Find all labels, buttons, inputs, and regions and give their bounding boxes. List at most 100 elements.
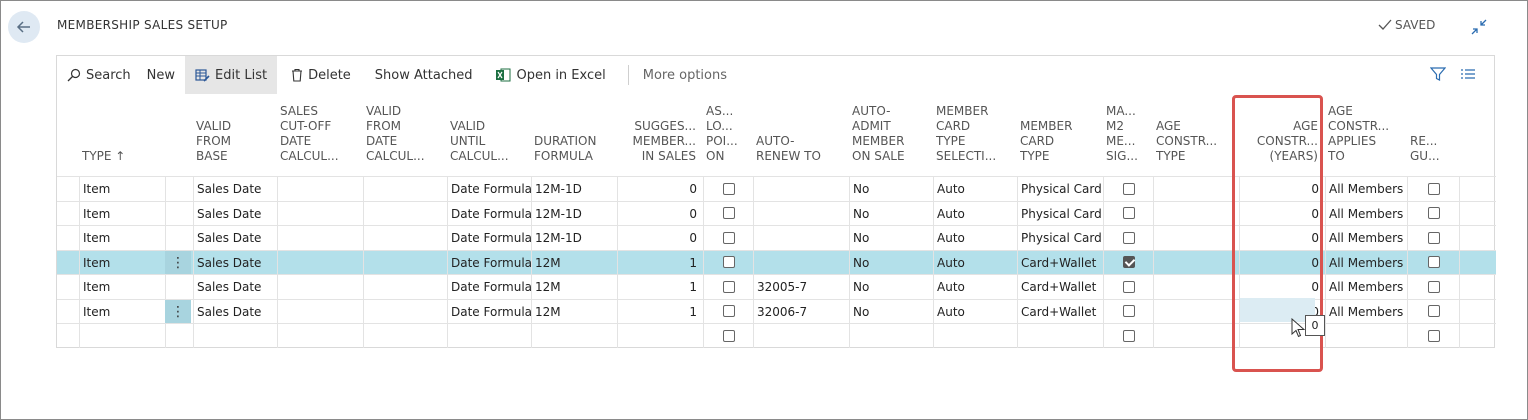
- row-selector-cell[interactable]: [57, 324, 79, 348]
- checkbox[interactable]: [1427, 231, 1440, 244]
- checkbox[interactable]: [1427, 182, 1440, 195]
- table-cell[interactable]: Sales Date: [193, 177, 277, 201]
- collapse-button[interactable]: [1470, 18, 1488, 36]
- table-cell[interactable]: Date Formula: [447, 226, 531, 250]
- table-cell[interactable]: [1103, 299, 1153, 324]
- table-cell[interactable]: [363, 275, 447, 299]
- filter-icon[interactable]: [1430, 66, 1446, 82]
- table-cell[interactable]: All Members: [1325, 226, 1407, 250]
- column-header[interactable]: MEMBER CARD TYPE SELECTI...: [936, 104, 1010, 164]
- table-cell[interactable]: Auto: [933, 250, 1017, 275]
- column-header[interactable]: SALES CUT-OFF DATE CALCUL...: [280, 104, 356, 164]
- checkbox[interactable]: [722, 329, 735, 342]
- table-cell[interactable]: 12M: [531, 299, 617, 324]
- row-selector-cell[interactable]: [57, 177, 79, 201]
- table-cell[interactable]: [753, 177, 849, 201]
- checkbox[interactable]: [722, 305, 735, 317]
- table-cell[interactable]: [1153, 226, 1239, 250]
- checkbox[interactable]: [1122, 280, 1135, 293]
- table-cell[interactable]: [277, 275, 363, 299]
- table-cell[interactable]: [277, 324, 363, 348]
- table-cell[interactable]: No: [849, 250, 933, 275]
- checkbox[interactable]: [722, 280, 735, 293]
- table-cell[interactable]: Auto: [933, 275, 1017, 299]
- table-cell[interactable]: [703, 324, 753, 348]
- column-header[interactable]: MA... M2 ME... SIG...: [1106, 104, 1146, 164]
- table-cell[interactable]: 32006-7: [753, 299, 849, 324]
- show-attached-button[interactable]: Show Attached: [361, 56, 483, 94]
- list-view-icon[interactable]: [1460, 66, 1476, 82]
- table-cell[interactable]: [1103, 201, 1153, 226]
- more-options-button[interactable]: More options: [641, 56, 737, 94]
- table-cell[interactable]: Auto: [933, 177, 1017, 201]
- table-cell[interactable]: [1153, 299, 1239, 324]
- table-cell[interactable]: Date Formula: [447, 275, 531, 299]
- column-header[interactable]: RE... GU...: [1410, 104, 1452, 164]
- table-cell[interactable]: No: [849, 177, 933, 201]
- table-cell[interactable]: [1407, 177, 1459, 201]
- table-cell[interactable]: 1: [617, 299, 703, 324]
- table-cell[interactable]: All Members: [1325, 275, 1407, 299]
- back-button[interactable]: [8, 11, 40, 43]
- row-actions-icon[interactable]: ⋮: [165, 250, 191, 275]
- table-cell[interactable]: Sales Date: [193, 275, 277, 299]
- open-in-excel-button[interactable]: Open in Excel: [482, 56, 615, 94]
- column-header[interactable]: AGE CONSTR... APPLIES TO: [1328, 104, 1400, 164]
- table-cell[interactable]: [277, 250, 363, 275]
- table-cell[interactable]: [1407, 201, 1459, 226]
- table-cell[interactable]: [277, 226, 363, 250]
- table-cell[interactable]: [363, 201, 447, 226]
- table-cell[interactable]: [363, 226, 447, 250]
- row-selector-cell[interactable]: [57, 202, 79, 226]
- table-cell[interactable]: [1407, 226, 1459, 250]
- table-cell[interactable]: [79, 324, 165, 348]
- table-cell[interactable]: Item: [79, 201, 165, 226]
- table-cell[interactable]: Date Formula: [447, 250, 531, 275]
- table-cell[interactable]: 0: [617, 226, 703, 250]
- table-cell[interactable]: [1407, 324, 1459, 348]
- table-cell[interactable]: [1153, 177, 1239, 201]
- column-header[interactable]: AUTO- ADMIT MEMBER ON SALE: [852, 104, 926, 164]
- edit-list-button[interactable]: Edit List: [185, 56, 278, 94]
- table-cell[interactable]: [1153, 201, 1239, 226]
- table-cell[interactable]: Auto: [933, 299, 1017, 324]
- table-cell[interactable]: [1103, 177, 1153, 201]
- table-cell[interactable]: 32005-7: [753, 275, 849, 299]
- column-header[interactable]: AUTO- RENEW TO: [756, 104, 842, 164]
- table-cell[interactable]: [703, 226, 753, 250]
- row-selector-cell[interactable]: [57, 275, 79, 299]
- table-cell[interactable]: 12M-1D: [531, 177, 617, 201]
- checkbox[interactable]: [1427, 207, 1440, 219]
- table-cell[interactable]: 12M: [531, 250, 617, 275]
- table-cell[interactable]: Date Formula: [447, 177, 531, 201]
- table-cell[interactable]: Card+Wallet: [1017, 299, 1103, 324]
- checkbox[interactable]: [1122, 182, 1135, 195]
- table-cell[interactable]: [447, 324, 531, 348]
- table-cell[interactable]: Auto: [933, 226, 1017, 250]
- table-cell[interactable]: [277, 177, 363, 201]
- table-cell[interactable]: [1017, 324, 1103, 348]
- row-selector-cell[interactable]: [57, 226, 79, 250]
- table-cell[interactable]: [703, 299, 753, 324]
- column-header[interactable]: VALID UNTIL CALCUL...: [450, 104, 524, 164]
- table-cell[interactable]: [703, 201, 753, 226]
- column-header[interactable]: VALID FROM DATE CALCUL...: [366, 104, 440, 164]
- search-button[interactable]: Search: [57, 56, 141, 94]
- table-cell[interactable]: Card+Wallet: [1017, 275, 1103, 299]
- table-cell[interactable]: 1: [617, 275, 703, 299]
- table-cell[interactable]: [1407, 250, 1459, 275]
- table-cell[interactable]: [193, 324, 277, 348]
- table-cell[interactable]: Item: [79, 250, 165, 275]
- table-cell[interactable]: No: [849, 226, 933, 250]
- column-header[interactable]: TYPE ↑: [82, 104, 158, 164]
- table-cell[interactable]: [1103, 324, 1153, 348]
- table-cell[interactable]: 0: [617, 201, 703, 226]
- table-cell[interactable]: [753, 226, 849, 250]
- row-actions-cell[interactable]: [165, 177, 193, 201]
- row-actions-icon[interactable]: ⋮: [165, 299, 191, 324]
- table-cell[interactable]: 0: [617, 177, 703, 201]
- table-cell[interactable]: 12M-1D: [531, 201, 617, 226]
- table-cell[interactable]: Date Formula: [447, 201, 531, 226]
- table-cell[interactable]: [1103, 275, 1153, 299]
- table-cell[interactable]: All Members: [1325, 177, 1407, 201]
